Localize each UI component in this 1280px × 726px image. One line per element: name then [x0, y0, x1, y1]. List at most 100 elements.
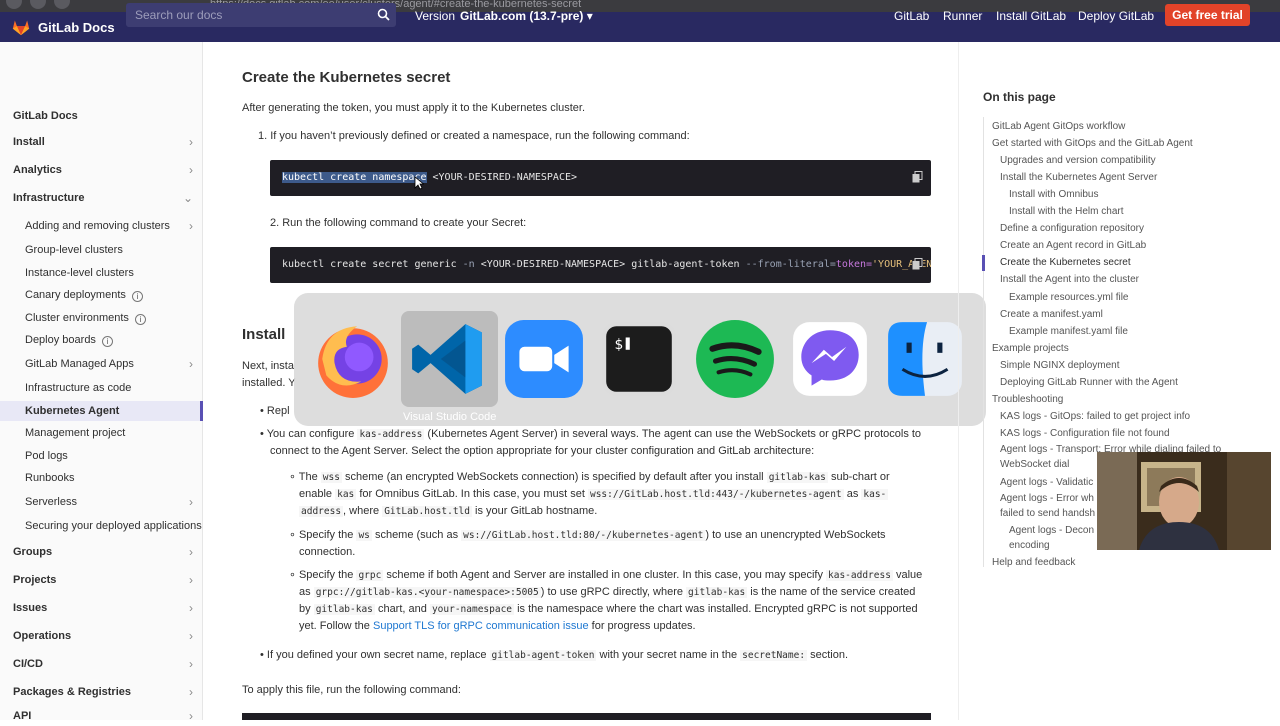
search-icon[interactable]	[377, 8, 390, 21]
browser-forward-icon[interactable]	[30, 0, 46, 9]
vscode-icon[interactable]	[408, 318, 490, 400]
toc-item[interactable]: Example manifest.yaml file	[1009, 325, 1128, 338]
sidebar-item[interactable]: Adding and removing clusters ›	[0, 216, 203, 236]
sidebar-item[interactable]: Groups ›	[0, 542, 203, 562]
sidebar-item[interactable]: Runbooks	[0, 468, 203, 488]
gitlab-logo-icon[interactable]	[11, 18, 31, 36]
presenter-video-image	[1097, 452, 1271, 550]
toc-item[interactable]: Help and feedback	[992, 556, 1075, 569]
toc-item[interactable]: Agent logs - Error wh	[1000, 492, 1094, 505]
chevron-right-icon[interactable]: ›	[189, 598, 193, 618]
toc-item[interactable]: encoding	[1009, 539, 1050, 552]
code-block-namespace[interactable]: kubectl create namespace <YOUR-DESIRED-N…	[270, 160, 931, 196]
chevron-right-icon[interactable]: ›	[189, 626, 193, 646]
chevron-right-icon[interactable]: ›	[189, 654, 193, 674]
browser-reload-icon[interactable]	[54, 0, 70, 9]
chevron-right-icon[interactable]: ›	[189, 682, 193, 702]
code-block-apply[interactable]	[242, 713, 931, 720]
sidebar-item[interactable]: Infrastructure as code	[0, 378, 203, 398]
sidebar-item[interactable]: Infrastructure ⌄	[0, 188, 203, 208]
inline-code: gitlab-kas	[766, 472, 828, 483]
text: section.	[807, 649, 849, 661]
toc-item[interactable]: Troubleshooting	[992, 393, 1063, 406]
nav-link-runner[interactable]: Runner	[943, 9, 982, 23]
chevron-right-icon[interactable]: ›	[189, 706, 193, 726]
tls-grpc-issue-link[interactable]: Support TLS for gRPC communication issue	[373, 620, 589, 632]
info-icon[interactable]: i	[132, 291, 143, 302]
toc-item[interactable]: Agent logs - Decon	[1009, 524, 1094, 537]
firefox-icon[interactable]	[312, 318, 394, 400]
sidebar-item[interactable]: Instance-level clusters	[0, 263, 203, 283]
finder-icon[interactable]	[884, 318, 966, 400]
sidebar-item[interactable]: Serverless ›	[0, 492, 203, 512]
chevron-right-icon[interactable]: ›	[189, 492, 193, 512]
chevron-right-icon[interactable]: ›	[189, 570, 193, 590]
search-input[interactable]	[126, 3, 356, 27]
sidebar-item[interactable]: Packages & Registries ›	[0, 682, 203, 702]
toc-item[interactable]: Simple NGINX deployment	[1000, 359, 1120, 372]
code-block-secret[interactable]: kubectl create secret generic -n <YOUR-D…	[270, 247, 931, 283]
toc-item[interactable]: Agent logs - Validatic	[1000, 476, 1093, 489]
version-dropdown[interactable]: GitLab.com (13.7-pre) ▾	[460, 9, 593, 23]
toc-item[interactable]: Install the Kubernetes Agent Server	[1000, 171, 1157, 184]
spotify-icon[interactable]	[694, 318, 776, 400]
sidebar-item[interactable]: Analytics ›	[0, 160, 203, 180]
chevron-right-icon[interactable]: ›	[189, 542, 193, 562]
inline-code: gitlab-kas	[686, 587, 748, 598]
messenger-icon[interactable]	[789, 318, 871, 400]
nav-link-gitlab[interactable]: GitLab	[894, 9, 929, 23]
sidebar-item[interactable]: Canary deployments i	[0, 285, 203, 305]
toc-item[interactable]: Create a manifest.yaml	[1000, 308, 1103, 321]
sidebar-item[interactable]: Operations ›	[0, 626, 203, 646]
brand-name[interactable]: GitLab Docs	[38, 20, 115, 35]
toc-item[interactable]: Get started with GitOps and the GitLab A…	[992, 137, 1193, 150]
sidebar-item[interactable]: CI/CD ›	[0, 654, 203, 674]
info-icon[interactable]: i	[102, 336, 113, 347]
toc-item[interactable]: KAS logs - GitOps: failed to get project…	[1000, 410, 1190, 423]
toc-item[interactable]: Example resources.yml file	[1009, 291, 1128, 304]
sidebar-item[interactable]: Group-level clusters	[0, 240, 203, 260]
chevron-right-icon[interactable]: ›	[189, 216, 193, 236]
search-box[interactable]	[126, 3, 396, 27]
toc-item[interactable]: GitLab Agent GitOps workflow	[992, 120, 1125, 133]
toc-item[interactable]: Install with Omnibus	[1009, 188, 1098, 201]
sidebar-item[interactable]: Deploy boards i	[0, 330, 203, 350]
info-icon[interactable]: i	[135, 314, 146, 325]
nav-link-deploy-gitlab[interactable]: Deploy GitLab	[1078, 9, 1154, 23]
zoom-icon[interactable]	[503, 318, 585, 400]
chevron-right-icon[interactable]: ›	[189, 132, 193, 152]
sidebar-item[interactable]: GitLab Managed Apps ›	[0, 354, 203, 374]
chevron-right-icon[interactable]: ›	[189, 354, 193, 374]
sidebar-item[interactable]: Install ›	[0, 132, 203, 152]
nav-link-install-gitlab[interactable]: Install GitLab	[996, 9, 1066, 23]
toc-item[interactable]: failed to send handsh	[1000, 507, 1095, 520]
toc-item[interactable]: KAS logs - Configuration file not found	[1000, 427, 1170, 440]
copy-icon[interactable]	[912, 258, 923, 270]
toc-item[interactable]: Example projects	[992, 342, 1069, 355]
get-free-trial-button[interactable]: Get free trial	[1165, 4, 1250, 26]
toc-item[interactable]: Deploying GitLab Runner with the Agent	[1000, 376, 1178, 389]
chevron-right-icon[interactable]: ›	[189, 160, 193, 180]
toc-item[interactable]: WebSocket dial	[1000, 458, 1069, 471]
sidebar-item[interactable]: API ›	[0, 706, 203, 726]
sidebar-item[interactable]: Securing your deployed applications	[0, 516, 203, 536]
toc-item[interactable]: Upgrades and version compatibility	[1000, 154, 1156, 167]
sidebar-item[interactable]: Cluster environments i	[0, 308, 203, 328]
selected-code-text[interactable]: kubectl create namespace	[282, 172, 427, 183]
inline-code: your-namespace	[429, 604, 515, 615]
toc-item[interactable]: Define a configuration repository	[1000, 222, 1144, 235]
sidebar-item[interactable]: Pod logs	[0, 446, 203, 466]
toc-item[interactable]: Create an Agent record in GitLab	[1000, 239, 1146, 252]
copy-icon[interactable]	[912, 171, 923, 183]
toc-item[interactable]: Create the Kubernetes secret	[1000, 256, 1131, 269]
toc-item[interactable]: Install the Agent into the cluster	[1000, 273, 1139, 286]
sidebar-item[interactable]: GitLab Docs	[0, 106, 203, 126]
toc-item[interactable]: Install with the Helm chart	[1009, 205, 1124, 218]
browser-back-icon[interactable]	[6, 0, 22, 9]
chevron-down-icon[interactable]: ⌄	[183, 188, 193, 208]
terminal-icon[interactable]: $	[598, 318, 680, 400]
sidebar-item[interactable]: Kubernetes Agent	[0, 401, 203, 421]
sidebar-item[interactable]: Issues ›	[0, 598, 203, 618]
sidebar-item[interactable]: Projects ›	[0, 570, 203, 590]
sidebar-item[interactable]: Management project	[0, 423, 203, 443]
